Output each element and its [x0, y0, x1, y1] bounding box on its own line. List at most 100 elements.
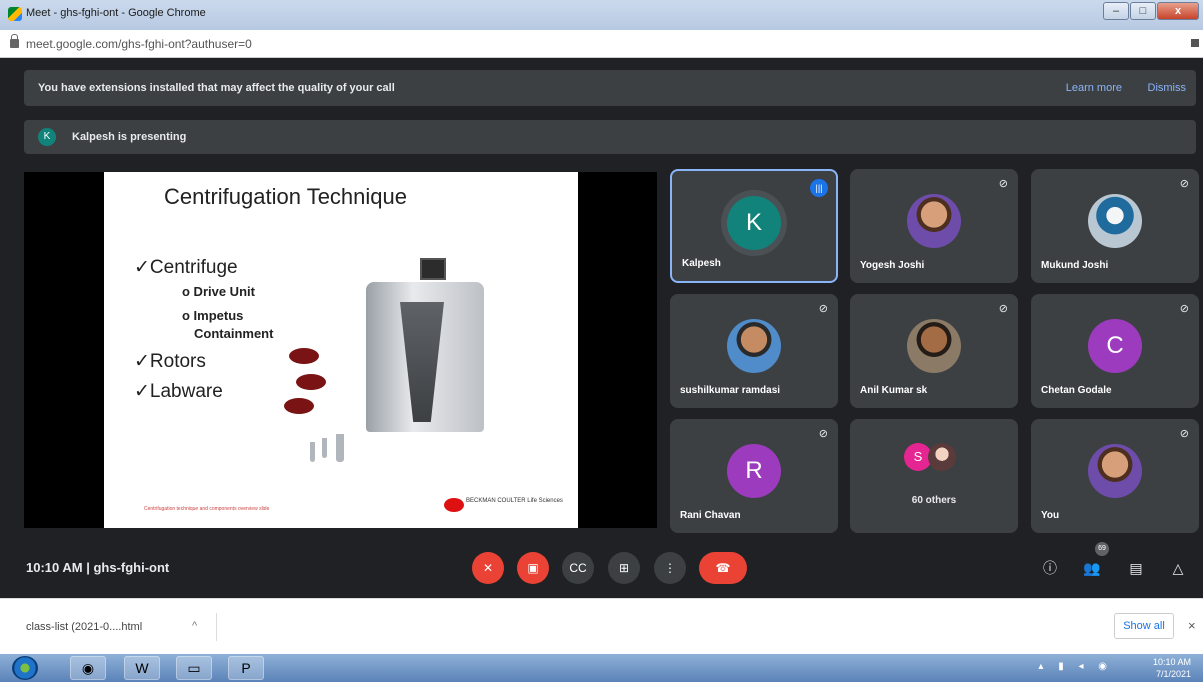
close-icon[interactable]: ×	[1188, 618, 1196, 633]
download-shelf: class-list (2021-0....html ^ Show all ×	[0, 598, 1203, 654]
system-tray[interactable]: ▴ ▮ ◂ ◉	[1038, 661, 1113, 672]
activities-icon[interactable]: △	[1168, 558, 1188, 578]
camera-toggle-button[interactable]: ▣	[517, 552, 549, 584]
present-button[interactable]: ⊞	[608, 552, 640, 584]
participant-name: Rani Chavan	[680, 510, 741, 521]
slide-sub-bullet: o Impetus	[182, 308, 244, 323]
taskbar-clock[interactable]: 10:10 AM 7/1/2021	[1153, 656, 1191, 680]
participant-photo	[1088, 444, 1142, 498]
participant-photo	[928, 443, 956, 471]
speaking-indicator-icon: |||	[810, 179, 828, 197]
camera-off-icon: ▣	[527, 561, 539, 575]
powerpoint-taskbar-icon[interactable]: P	[228, 656, 264, 680]
captions-button[interactable]: CC	[562, 552, 594, 584]
participant-name: Chetan Godale	[1041, 385, 1112, 396]
others-avatars: S	[902, 443, 966, 473]
centrifuge-image	[366, 282, 484, 432]
show-all-button[interactable]: Show all	[1114, 613, 1174, 639]
participant-name: Anil Kumar sk	[860, 385, 928, 396]
chrome-taskbar-icon[interactable]: ◉	[70, 656, 106, 680]
others-tile[interactable]: S 60 others	[850, 419, 1018, 533]
presenting-banner: K Kalpesh is presenting	[24, 120, 1196, 154]
slide-sub-bullet: Containment	[194, 326, 274, 341]
presentation-stage: Centrifugation Technique ✓Centrifuge o D…	[24, 172, 657, 528]
beckman-logo	[444, 498, 464, 512]
mic-muted-icon: ⊘	[1179, 303, 1189, 315]
participant-avatar: K	[727, 196, 781, 250]
present-icon: ⊞	[618, 561, 630, 575]
participant-tile[interactable]: ⊘ sushilkumar ramdasi	[670, 294, 838, 408]
mic-muted-icon: ⊘	[1179, 428, 1189, 440]
participant-name: Yogesh Joshi	[860, 260, 925, 271]
mic-muted-icon: ⊘	[818, 428, 828, 440]
rotor-image	[284, 398, 314, 414]
participant-name: Mukund Joshi	[1041, 260, 1109, 271]
participant-tile[interactable]: ⊘ Mukund Joshi	[1031, 169, 1199, 283]
dismiss-button[interactable]: Dismiss	[1148, 82, 1187, 94]
learn-more-link[interactable]: Learn more	[1066, 82, 1122, 94]
window-title: Meet - ghs-fghi-ont - Google Chrome	[26, 7, 206, 19]
leave-call-button[interactable]: ☎	[699, 552, 747, 584]
people-icon[interactable]: 👥	[1082, 558, 1102, 578]
participant-tile[interactable]: ⊘ C Chetan Godale	[1031, 294, 1199, 408]
participant-name: You	[1041, 510, 1060, 521]
slide-title: Centrifugation Technique	[164, 184, 407, 209]
chevron-up-icon[interactable]: ^	[192, 620, 197, 632]
chat-icon[interactable]: ▤	[1126, 558, 1146, 578]
participant-photo	[727, 319, 781, 373]
rotor-image	[296, 374, 326, 390]
url-text[interactable]: meet.google.com/ghs-fghi-ont?authuser=0	[26, 37, 252, 51]
download-item[interactable]: class-list (2021-0....html	[26, 621, 142, 633]
minimize-button[interactable]: –	[1103, 2, 1129, 20]
tube-image	[310, 442, 315, 462]
rotor-image	[289, 348, 319, 364]
logo-text: BECKMAN COULTER Life Sciences	[466, 498, 563, 504]
slide-bullet: ✓Labware	[134, 381, 223, 402]
shared-slide: Centrifugation Technique ✓Centrifuge o D…	[104, 172, 578, 528]
info-icon[interactable]: ⓘ	[1040, 558, 1060, 578]
slide-sub-bullet: o Drive Unit	[182, 284, 255, 299]
mic-muted-icon: ⊘	[1179, 178, 1189, 190]
notice-message: You have extensions installed that may a…	[38, 82, 395, 94]
mic-toggle-button[interactable]: ✕	[472, 552, 504, 584]
meeting-time-code: 10:10 AM | ghs-fghi-ont	[26, 560, 170, 575]
captions-icon: CC	[569, 561, 587, 575]
more-options-button[interactable]: ⋮	[654, 552, 686, 584]
more-icon: ⋮	[664, 561, 676, 575]
mic-muted-icon: ⊘	[998, 178, 1008, 190]
meet-app-icon	[8, 7, 22, 21]
windows-taskbar: ◉ W ▭ P ▴ ▮ ◂ ◉ 10:10 AM 7/1/2021	[0, 654, 1203, 682]
self-tile[interactable]: ⊘ You	[1031, 419, 1199, 533]
participant-name: sushilkumar ramdasi	[680, 385, 781, 396]
presenting-label: Kalpesh is presenting	[72, 131, 187, 143]
explorer-taskbar-icon[interactable]: ▭	[176, 656, 212, 680]
divider	[216, 613, 217, 641]
address-bar[interactable]: meet.google.com/ghs-fghi-ont?authuser=0	[0, 30, 1203, 58]
maximize-button[interactable]: □	[1130, 2, 1156, 20]
participant-name: Kalpesh	[682, 258, 721, 269]
slide-footnote: Centrifugation technique and components …	[144, 506, 270, 512]
lock-icon	[10, 34, 19, 48]
slide-bullet: ✓Centrifuge	[134, 257, 238, 278]
extension-icon[interactable]	[1191, 39, 1199, 47]
participant-avatar: C	[1088, 319, 1142, 373]
tube-image	[336, 434, 344, 462]
window-titlebar: Meet - ghs-fghi-ont - Google Chrome – □ …	[0, 0, 1203, 30]
presenter-avatar: K	[38, 128, 56, 146]
participant-tile[interactable]: ||| K Kalpesh	[670, 169, 838, 283]
participant-photo	[907, 194, 961, 248]
mic-muted-icon: ⊘	[818, 303, 828, 315]
participant-photo	[907, 319, 961, 373]
close-button[interactable]: x	[1157, 2, 1199, 20]
tube-image	[322, 438, 327, 458]
start-button[interactable]	[12, 656, 38, 680]
hangup-icon: ☎	[715, 561, 731, 575]
word-taskbar-icon[interactable]: W	[124, 656, 160, 680]
participant-tile[interactable]: ⊘ R Rani Chavan	[670, 419, 838, 533]
window-controls: – □ x	[1103, 2, 1199, 20]
mic-muted-icon: ⊘	[998, 303, 1008, 315]
mic-off-icon: ✕	[482, 561, 494, 575]
slide-bullet: ✓Rotors	[134, 351, 206, 372]
participant-tile[interactable]: ⊘ Yogesh Joshi	[850, 169, 1018, 283]
participant-tile[interactable]: ⊘ Anil Kumar sk	[850, 294, 1018, 408]
